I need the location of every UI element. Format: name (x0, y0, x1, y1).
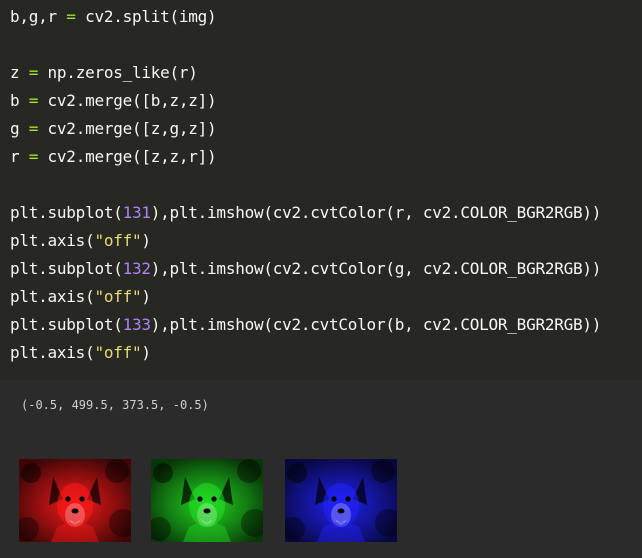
green-channel-image (151, 459, 263, 542)
code-line: plt.axis("off") (10, 339, 632, 367)
code-token: "off" (94, 287, 142, 306)
code-token: b (10, 91, 29, 110)
code-token: 131 (122, 203, 151, 222)
code-token: = (28, 63, 39, 82)
code-line: plt.subplot(131),plt.imshow(cv2.cvtColor… (10, 199, 632, 227)
code-token: = (28, 119, 39, 138)
code-token: np.zeros_like(r) (38, 63, 198, 82)
code-token: = (28, 147, 39, 166)
code-token: = (66, 7, 76, 26)
code-token: cv2.merge([b,z,z]) (38, 91, 217, 110)
code-line: z = np.zeros_like(r) (10, 59, 632, 87)
code-line: plt.axis("off") (10, 227, 632, 255)
code-line: plt.subplot(132),plt.imshow(cv2.cvtColor… (10, 255, 632, 283)
code-line: g = cv2.merge([z,g,z]) (10, 115, 632, 143)
code-token: plt.axis( (10, 231, 95, 250)
code-line: plt.subplot(133),plt.imshow(cv2.cvtColor… (10, 311, 632, 339)
code-token: "off" (94, 231, 142, 250)
code-token: ),plt.imshow(cv2.cvtColor(r, cv2.COLOR_B… (150, 203, 602, 222)
code-token: ) (141, 287, 151, 306)
code-token: cv2.merge([z,z,r]) (38, 147, 217, 166)
code-token: ),plt.imshow(cv2.cvtColor(b, cv2.COLOR_B… (150, 315, 602, 334)
red-channel-image (19, 459, 131, 542)
code-token: plt.axis( (10, 343, 95, 362)
code-line: plt.axis("off") (10, 283, 632, 311)
output-area: (-0.5, 499.5, 373.5, -0.5) (0, 380, 642, 558)
code-cell[interactable]: b,g,r = cv2.split(img) z = np.zeros_like… (0, 0, 642, 380)
code-token: ),plt.imshow(cv2.cvtColor(g, cv2.COLOR_B… (150, 259, 602, 278)
code-line: b,g,r = cv2.split(img) (10, 3, 632, 31)
code-token: ) (141, 343, 151, 362)
code-token: = (28, 91, 39, 110)
blue-channel-image (285, 459, 397, 542)
code-token: plt.subplot( (10, 203, 123, 222)
code-token: 133 (122, 315, 151, 334)
code-token: ) (141, 231, 151, 250)
code-token: b,g,r (10, 7, 67, 26)
code-token: "off" (94, 343, 142, 362)
code-token: 132 (122, 259, 151, 278)
code-token: plt.subplot( (10, 315, 123, 334)
code-token: g (10, 119, 29, 138)
code-line: r = cv2.merge([z,z,r]) (10, 143, 632, 171)
code-token: r (10, 147, 29, 166)
code-token: cv2.split(img) (75, 7, 217, 26)
code-token: plt.subplot( (10, 259, 123, 278)
output-text: (-0.5, 499.5, 373.5, -0.5) (21, 398, 209, 412)
code-line: b = cv2.merge([b,z,z]) (10, 87, 632, 115)
code-token: cv2.merge([z,g,z]) (38, 119, 217, 138)
code-token: plt.axis( (10, 287, 95, 306)
code-token: z (10, 63, 29, 82)
